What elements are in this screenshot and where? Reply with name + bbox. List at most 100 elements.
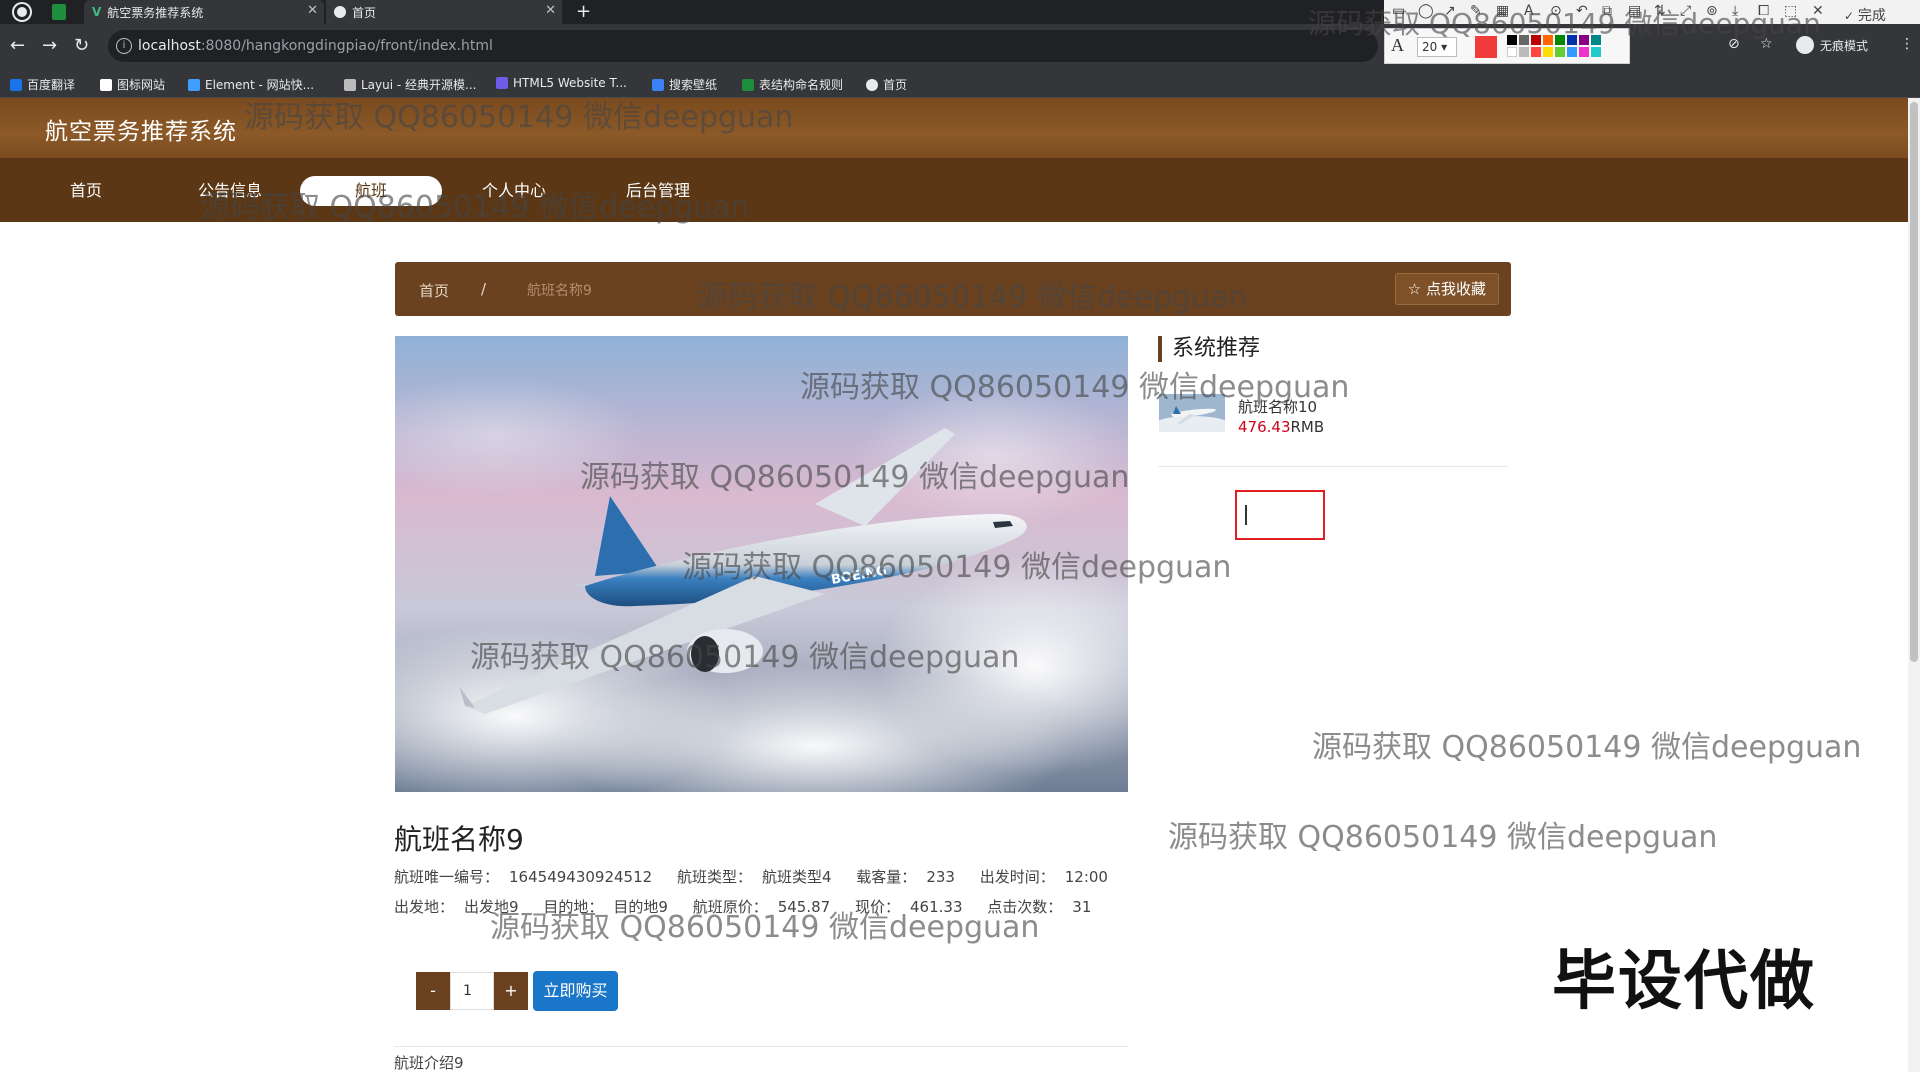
rect-tool-icon[interactable]: ▭	[1392, 3, 1405, 19]
color-swatch[interactable]	[1543, 47, 1553, 57]
bookmark-item[interactable]: 图标网站	[100, 76, 165, 93]
quantity-input[interactable]: 1	[450, 972, 494, 1010]
eye-off-icon[interactable]: ⊘	[1728, 36, 1740, 52]
translate-icon	[10, 78, 22, 91]
color-swatch[interactable]	[1519, 35, 1529, 45]
nav-flights[interactable]: 航班	[300, 176, 442, 206]
color-swatch[interactable]	[1507, 35, 1517, 45]
incognito-profile[interactable]: 无痕模式	[1796, 36, 1868, 54]
flight-type-field: 航班类型： 航班类型4	[677, 868, 842, 886]
sheet-app-icon[interactable]	[52, 4, 66, 20]
nav-notices[interactable]: 公告信息	[190, 176, 270, 206]
origin-field: 出发地： 出发地9	[394, 898, 529, 916]
tab-title: 航空票务推荐系统	[107, 5, 204, 20]
breadcrumb-home[interactable]: 首页	[419, 280, 449, 301]
buy-now-button[interactable]: 立即购买	[533, 971, 618, 1011]
color-swatch[interactable]	[1579, 47, 1589, 57]
pen-tool-icon[interactable]: ✎	[1470, 3, 1482, 19]
field-label: 目的地：	[543, 898, 604, 916]
page-scrollbar[interactable]	[1908, 98, 1920, 1072]
bookmark-item[interactable]: 表结构命名规则	[742, 76, 843, 93]
breadcrumb-current: 航班名称9	[527, 283, 592, 299]
color-swatch[interactable]	[1531, 47, 1541, 57]
font-size-select[interactable]: 20 ▾	[1417, 37, 1457, 57]
field-label: 现价：	[854, 898, 900, 916]
tab-close-icon[interactable]: ✕	[307, 3, 318, 18]
color-swatch[interactable]	[1579, 35, 1589, 45]
field-value: 233	[926, 868, 955, 886]
field-value: 31	[1072, 898, 1092, 916]
departure-time-field: 出发时间： 12:00	[980, 868, 1118, 886]
browser-tab-system[interactable]: V 航空票务推荐系统 ✕	[84, 0, 324, 24]
bookmark-item[interactable]: 百度翻译	[10, 76, 75, 93]
translate-icon[interactable]: ⤢	[1680, 3, 1691, 19]
forward-icon[interactable]: →	[42, 35, 57, 56]
nav-admin[interactable]: 后台管理	[618, 176, 698, 206]
nav-home[interactable]: 首页	[46, 176, 126, 206]
browser-tab-home[interactable]: 首页 ✕	[326, 0, 562, 24]
price-unit: RMB	[1290, 418, 1325, 436]
mosaic-tool-icon[interactable]: ▦	[1496, 3, 1509, 19]
bookmark-label: 表结构命名规则	[759, 78, 844, 92]
download-icon[interactable]: ⤓	[1732, 3, 1738, 19]
nav-profile[interactable]: 个人中心	[474, 176, 554, 206]
scrollbar-thumb[interactable]	[1910, 102, 1918, 662]
decrease-button[interactable]: -	[416, 972, 450, 1010]
bookmark-item[interactable]: 搜索壁纸	[652, 76, 717, 93]
browser-logo-icon	[14, 4, 30, 20]
color-swatch[interactable]	[1531, 35, 1541, 45]
color-swatch[interactable]	[1519, 47, 1529, 57]
breadcrumb-separator: /	[481, 280, 487, 298]
color-swatch[interactable]	[1591, 35, 1601, 45]
site-info-icon[interactable]: i	[116, 38, 132, 54]
new-tab-button[interactable]: +	[576, 1, 591, 22]
url-field[interactable]: i localhost:8080/hangkongdingpiao/front/…	[108, 30, 1378, 62]
font-size-value: 20	[1422, 40, 1438, 54]
bookmark-item[interactable]: Layui - 经典开源模...	[344, 76, 476, 93]
color-swatch[interactable]	[1567, 35, 1577, 45]
color-swatch[interactable]	[1567, 47, 1577, 57]
copy-icon[interactable]: ⧠	[1758, 3, 1769, 19]
color-swatch[interactable]	[1543, 35, 1553, 45]
arrow-tool-icon[interactable]: ↗	[1444, 3, 1456, 19]
text-tool-icon[interactable]: A	[1524, 3, 1534, 19]
crop-tool-icon[interactable]: ⧉	[1602, 3, 1612, 19]
ellipse-tool-icon[interactable]: ◯	[1418, 3, 1434, 19]
incognito-icon	[1796, 36, 1814, 54]
cancel-icon[interactable]: ✕	[1812, 3, 1824, 19]
reload-icon[interactable]: ↻	[74, 35, 89, 56]
increase-button[interactable]: +	[494, 972, 528, 1010]
text-annotation-box[interactable]	[1235, 490, 1325, 540]
color-swatch[interactable]	[1555, 47, 1565, 57]
bookmark-item[interactable]: HTML5 Website T...	[496, 76, 627, 90]
scroll-icon[interactable]: ⇅	[1654, 3, 1666, 19]
field-label: 载客量：	[856, 868, 917, 886]
bookmark-label: 图标网站	[117, 78, 166, 92]
bookmark-item[interactable]: Element - 网站快...	[188, 76, 314, 93]
favorite-label: 点我收藏	[1425, 280, 1486, 298]
recommend-thumbnail[interactable]	[1159, 394, 1225, 432]
menu-icon[interactable]: ⋮	[1900, 36, 1914, 52]
save-icon[interactable]: ▤	[1628, 3, 1641, 19]
recommend-item-name[interactable]: 航班名称10	[1238, 396, 1317, 417]
original-price-field: 航班原价： 545.87	[693, 898, 841, 916]
watermark: 源码获取 QQ86050149 微信deepguan	[1168, 820, 1718, 855]
favorite-button[interactable]: ☆ 点我收藏	[1394, 273, 1499, 305]
back-icon[interactable]: ←	[10, 35, 25, 56]
color-swatch[interactable]	[1507, 47, 1517, 57]
browser-address-bar: ← → ↻ i localhost:8080/hangkongdingpiao/…	[0, 24, 1920, 68]
site-title: 航空票务推荐系统	[45, 119, 237, 145]
current-color-swatch[interactable]	[1475, 36, 1497, 58]
color-swatch[interactable]	[1555, 35, 1565, 45]
tab-close-icon[interactable]: ✕	[545, 3, 556, 18]
bookmark-star-icon[interactable]: ☆	[1760, 36, 1773, 52]
ocr-icon[interactable]: ⊚	[1706, 3, 1718, 19]
bookmark-item[interactable]: 首页	[866, 76, 907, 93]
field-value: 出发地9	[464, 898, 519, 916]
color-swatch[interactable]	[1591, 47, 1601, 57]
undo-icon[interactable]: ↶	[1576, 3, 1588, 19]
pin-window-icon[interactable]: ⬚	[1784, 3, 1797, 19]
pin-tool-icon[interactable]: ⊙	[1550, 3, 1562, 19]
star-icon: ☆	[1407, 280, 1422, 298]
done-button[interactable]: ✓ 完成	[1844, 5, 1886, 25]
